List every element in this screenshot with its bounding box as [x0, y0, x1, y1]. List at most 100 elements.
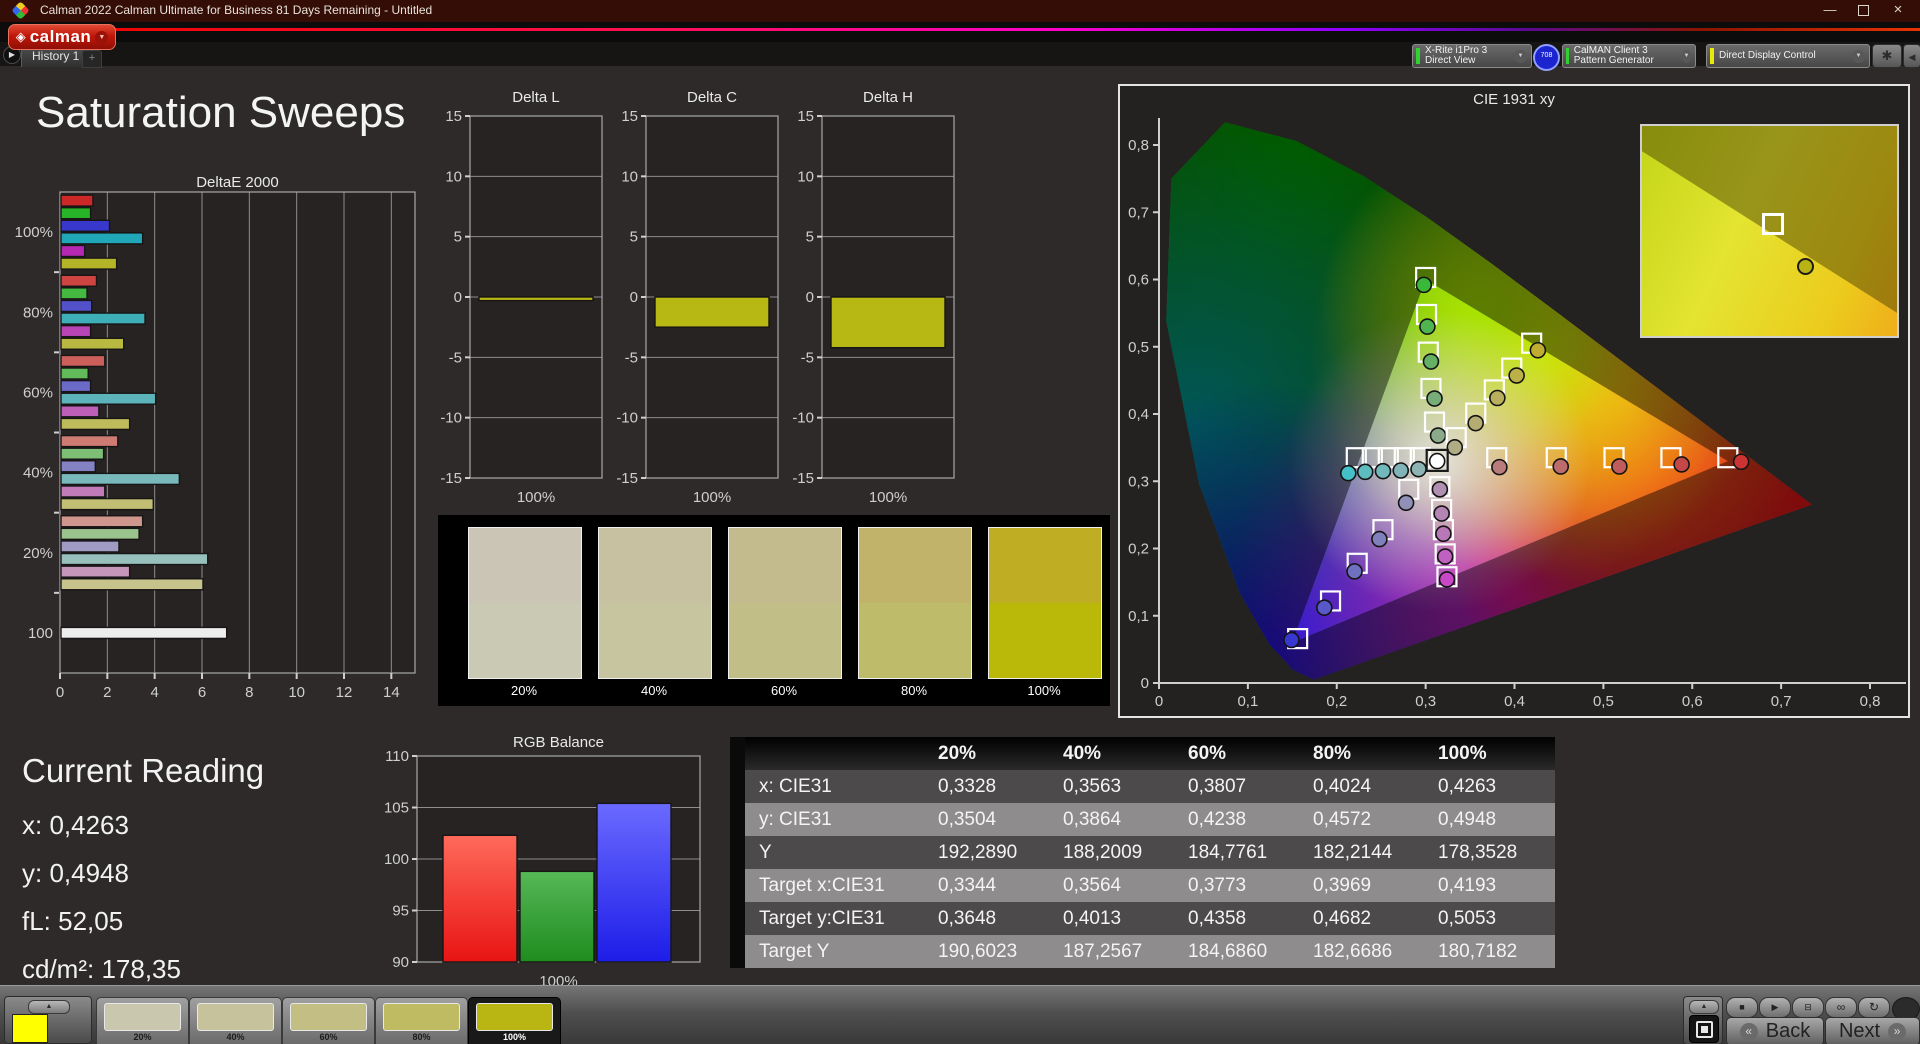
- collapse-panel-button[interactable]: ◀: [1903, 44, 1920, 68]
- pattern-chip: [104, 1003, 181, 1031]
- stop-icon: ■: [1739, 1002, 1745, 1012]
- cie-measured-point: [1429, 427, 1447, 444]
- close-button[interactable]: ×: [1883, 0, 1913, 22]
- back-button[interactable]: « Back: [1726, 1017, 1824, 1044]
- table-cell: 0,4013: [1063, 908, 1122, 929]
- cie-measured-point: [1283, 631, 1300, 649]
- table-row: x: CIE31 0,3328 0,3563 0,3807 0,4024 0,4263: [730, 770, 1555, 803]
- swatch-label: 80%: [900, 683, 928, 698]
- deltaC-ytick: 10: [621, 168, 638, 185]
- deltaC-ytick: -5: [625, 349, 638, 366]
- app-icon: [11, 1, 30, 20]
- current-reading-x: x: 0,4263: [22, 810, 129, 840]
- target-swatch: [729, 603, 841, 678]
- cie-measured-point: [1428, 452, 1446, 470]
- next-button[interactable]: Next »: [1825, 1017, 1920, 1044]
- deltae-bar: [60, 244, 86, 258]
- pattern-swatch-80%[interactable]: 80%: [375, 997, 468, 1044]
- pattern-swatch-60%[interactable]: 60%: [282, 997, 375, 1044]
- table-cell: 192,2890: [938, 842, 1018, 863]
- window-title: Calman 2022 Calman Ultimate for Business…: [40, 3, 433, 17]
- table-cell: 0,4263: [1438, 776, 1497, 797]
- deltae2000-chart: DeltaE 2000 100% 80% 60% 40% 20% 100 0 2 4 6 8 10 12 1…: [15, 175, 416, 701]
- cie-measured-point: [1436, 548, 1454, 565]
- minimize-button[interactable]: —: [1815, 0, 1845, 22]
- display-control-selector[interactable]: Direct Display Control ▼: [1706, 44, 1870, 68]
- refresh-button[interactable]: ↻: [1858, 997, 1890, 1018]
- maximize-button[interactable]: [1848, 0, 1878, 22]
- deltaL-ytick: -5: [449, 349, 462, 366]
- playback-up-button[interactable]: ▲: [1689, 1000, 1719, 1014]
- inset-measured-point: [1796, 257, 1814, 275]
- meter-dropdown-icon: ▼: [1514, 49, 1527, 63]
- target-swatch: [599, 603, 711, 678]
- deltae-bar: [60, 460, 97, 473]
- deltaC-ytick: 15: [621, 108, 638, 125]
- stop-button[interactable]: ■: [1726, 997, 1758, 1018]
- table-cell: 0,3504: [938, 809, 997, 830]
- deltaH-ytick: -15: [792, 470, 814, 487]
- play-button[interactable]: ▶: [1759, 997, 1791, 1018]
- cie-xtick: 0,4: [1504, 693, 1525, 710]
- actual-target-swatch-panel: Actual Target 20%40%60%80%100%: [438, 515, 1110, 706]
- back-label: Back: [1765, 1020, 1811, 1042]
- deltae-bar: [60, 312, 146, 325]
- pattern-swatch-100%[interactable]: 100%: [468, 997, 561, 1044]
- gear-icon: ✱: [1881, 48, 1893, 63]
- deltae-bar: [60, 354, 106, 368]
- cie-ytick: 0,3: [1128, 473, 1149, 490]
- current-reading-title: Current Reading: [22, 752, 265, 789]
- infinity-icon: ∞: [1836, 1000, 1846, 1014]
- meter-selector[interactable]: X-Rite i1Pro 3 Direct View ▼: [1412, 44, 1532, 68]
- deltae-xtick: 0: [56, 684, 64, 701]
- actual-swatch: [989, 528, 1101, 603]
- settings-button[interactable]: ✱: [1872, 44, 1902, 68]
- meter-badge: 708: [1533, 44, 1560, 71]
- deltae-group-label: 60%: [23, 384, 53, 401]
- deltae-bar: [60, 337, 125, 350]
- deltaL-xlabel: 100%: [517, 489, 555, 506]
- cie-measured-point: [1491, 458, 1508, 476]
- cie-measured-point: [1433, 505, 1450, 522]
- table-cell: 0,4193: [1438, 875, 1497, 896]
- pattern-swatch-20%[interactable]: 20%: [96, 997, 189, 1044]
- deltae-bar: [60, 497, 155, 511]
- deltaL-title: Delta L: [512, 89, 560, 106]
- cie-measured-point: [1422, 353, 1440, 370]
- table-row: Target y:CIE31 0,3648 0,4013 0,4358 0,4682 0,…: [730, 902, 1555, 935]
- table-row-label: Target Y: [759, 941, 830, 962]
- pattern-window-button[interactable]: ⊟: [1792, 997, 1824, 1018]
- cie-xtick: 0: [1155, 693, 1163, 710]
- cie-xtick: 0,6: [1682, 693, 1703, 710]
- deltae-group-label: 40%: [23, 465, 53, 482]
- deltae-bar: [60, 219, 111, 232]
- rgb-ytick: 110: [385, 748, 409, 765]
- cie-measured-point: [1392, 462, 1410, 479]
- pattern-generator-selector[interactable]: CalMAN Client 3 Pattern Generator ▼: [1562, 44, 1696, 68]
- add-tab-button[interactable]: +: [82, 50, 102, 68]
- pattern-chip: [197, 1003, 274, 1031]
- delta-l-chart: Delta L 15 10 5 0 -5 -10 -15 100%: [440, 89, 603, 506]
- pattern-panel-up-button[interactable]: ▲: [28, 1000, 70, 1014]
- rgb-bar-red: [442, 834, 518, 963]
- deltaH-xlabel: 100%: [869, 489, 907, 506]
- table-cell: 0,3328: [938, 776, 997, 797]
- deltae-bar: [60, 324, 92, 338]
- cie-ytick: 0,2: [1128, 541, 1149, 558]
- deltae-xtick: 10: [288, 684, 305, 701]
- stop-pattern-button[interactable]: [1689, 1015, 1719, 1043]
- deltae-title: DeltaE 2000: [196, 175, 279, 191]
- generator-name: CalMAN Client 3 Pattern Generator: [1573, 45, 1654, 66]
- cie-measured-point: [1467, 414, 1484, 432]
- play-icon: ▶: [1771, 1002, 1779, 1012]
- continuous-read-button[interactable]: ∞: [1825, 997, 1857, 1018]
- table-cell: 0,4358: [1188, 908, 1247, 929]
- cie-measured-point: [1438, 571, 1456, 588]
- calman-menu-button[interactable]: ◈ calman ▼: [8, 24, 116, 50]
- deltaL-ytick: -10: [440, 410, 462, 427]
- cie-xtick: 0,8: [1860, 693, 1881, 710]
- table-cell: 0,4238: [1188, 809, 1247, 830]
- pattern-chip-label: 80%: [412, 1032, 431, 1042]
- pattern-swatch-40%[interactable]: 40%: [189, 997, 282, 1044]
- accent-gradient-line: [115, 28, 1920, 31]
